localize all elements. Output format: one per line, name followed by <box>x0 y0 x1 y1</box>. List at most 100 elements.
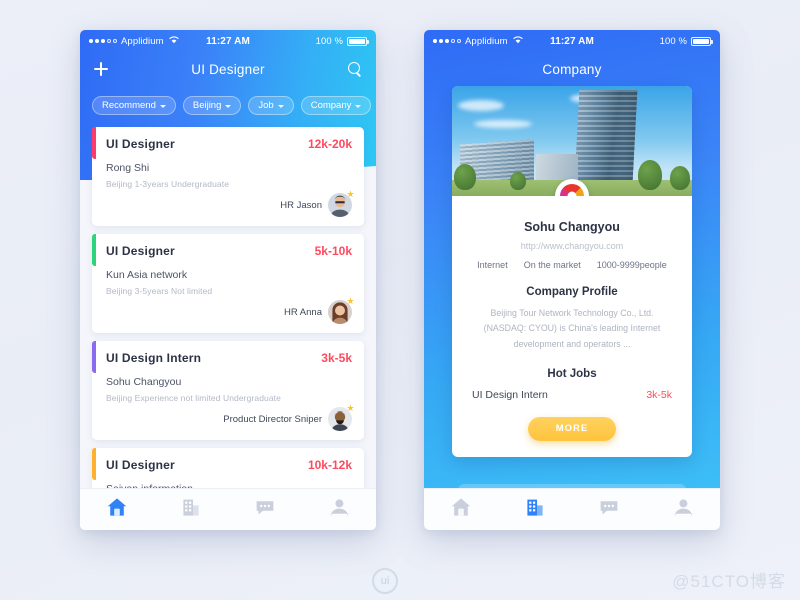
job-salary: 5k-10k <box>314 244 352 258</box>
wifi-icon <box>168 35 179 47</box>
tree <box>510 172 526 190</box>
phone-job-list: Applidium 11:27 AM 100 % UI Designer Rec… <box>80 30 376 530</box>
job-company: Kun Asia network <box>106 269 188 281</box>
left-navbar: UI Designer <box>80 52 376 86</box>
right-screen: Applidium 11:27 AM 100 % Company Sohu Ch… <box>424 30 720 530</box>
page-title: UI Designer <box>191 61 265 77</box>
job-card[interactable]: UI Designer 12k-20k Rong Shi Beijing 1-3… <box>92 127 364 226</box>
carrier-label: Applidium <box>121 35 164 47</box>
accent-bar <box>92 341 96 373</box>
job-card[interactable]: UI Design Intern 3k-5k Sohu Changyou Bei… <box>92 341 364 440</box>
tab-chat[interactable] <box>228 497 302 522</box>
tab-home[interactable] <box>424 497 498 522</box>
battery-icon <box>347 36 369 46</box>
avatar[interactable]: ★ <box>328 189 355 217</box>
job-title: UI Design Intern <box>106 351 202 365</box>
job-header: UI Design Intern 3k-5k <box>106 351 352 365</box>
job-salary: 10k-12k <box>307 458 352 472</box>
job-meta: Beijing Experience not limited Undergrad… <box>106 393 281 403</box>
job-title: UI Designer <box>106 244 175 258</box>
recruiter-name: Product Director Sniper <box>223 413 322 425</box>
star-badge-icon: ★ <box>346 296 355 306</box>
job-salary: 12k-20k <box>307 137 352 151</box>
battery-percent-label: 100 % <box>315 35 343 47</box>
status-bar-right: Applidium 11:27 AM 100 % <box>424 30 720 52</box>
filter-chip-row: Recommend Beijing Job Company <box>80 86 376 115</box>
filter-chip-job[interactable]: Job <box>248 96 294 115</box>
watermark-logo: ui <box>372 568 398 594</box>
company-icon <box>180 497 202 522</box>
company-photo <box>452 86 692 196</box>
more-button[interactable]: MORE <box>528 417 616 442</box>
job-list: UI Designer 12k-20k Rong Shi Beijing 1-3… <box>80 115 376 530</box>
company-url[interactable]: http://www.changyou.com <box>468 241 676 251</box>
cloud <box>474 120 532 128</box>
tab-profile[interactable] <box>302 497 376 522</box>
filter-chip-beijing[interactable]: Beijing <box>182 96 242 115</box>
company-icon <box>524 497 546 522</box>
home-icon <box>450 497 472 522</box>
status-left: Applidium <box>433 36 523 47</box>
pinwheel-icon <box>560 184 584 196</box>
status-right: 100 % <box>659 35 713 47</box>
battery-percent-label: 100 % <box>659 35 687 47</box>
chip-label: Beijing <box>192 100 222 111</box>
company-tag: Internet <box>477 260 508 270</box>
accent-bar <box>92 234 96 266</box>
home-icon <box>106 497 128 522</box>
office-tower <box>574 90 638 182</box>
tab-company[interactable] <box>154 497 228 522</box>
tab-profile[interactable] <box>646 497 720 522</box>
carrier-label: Applidium <box>465 35 508 47</box>
tab-company[interactable] <box>498 497 572 522</box>
job-recruiter-row: HR Anna ★ <box>106 296 355 324</box>
hot-job-title: UI Design Intern <box>472 389 548 402</box>
watermark-text: @51CTO博客 <box>672 572 786 591</box>
chevron-down-icon <box>355 104 362 108</box>
tree <box>670 166 690 190</box>
star-badge-icon: ★ <box>346 189 355 199</box>
company-body: Sohu Changyou http://www.changyou.com In… <box>452 196 692 457</box>
chat-icon <box>254 497 276 522</box>
status-right: 100 % <box>315 35 369 47</box>
screenshot-canvas: Applidium 11:27 AM 100 % UI Designer Rec… <box>0 0 800 600</box>
chat-icon <box>598 497 620 522</box>
company-profile-text: Beijing Tour Network Technology Co., Ltd… <box>483 308 661 349</box>
cloud <box>458 100 504 111</box>
chip-label: Job <box>258 100 274 111</box>
job-header: UI Designer 5k-10k <box>106 244 352 258</box>
filter-chip-company[interactable]: Company <box>300 96 372 115</box>
chevron-down-icon <box>277 104 284 108</box>
company-profile-heading: Company Profile <box>526 286 618 298</box>
filter-chip-recommend[interactable]: Recommend <box>92 96 176 115</box>
plus-icon[interactable] <box>94 62 108 76</box>
tab-chat[interactable] <box>572 497 646 522</box>
hot-job-row[interactable]: UI Design Intern 3k-5k <box>468 389 676 401</box>
tab-home[interactable] <box>80 497 154 522</box>
job-header: UI Designer 12k-20k <box>106 137 352 151</box>
job-card[interactable]: UI Designer 5k-10k Kun Asia network Beij… <box>92 234 364 333</box>
battery-icon <box>691 36 713 46</box>
company-tag: On the market <box>523 260 581 270</box>
chevron-down-icon <box>159 104 166 108</box>
avatar[interactable]: ★ <box>328 403 355 431</box>
company-name: Sohu Changyou <box>524 220 620 234</box>
job-title: UI Designer <box>106 458 175 472</box>
job-meta: Beijing 3-5years Not limited <box>106 286 213 296</box>
star-badge-icon: ★ <box>346 403 355 413</box>
left-screen: Applidium 11:27 AM 100 % UI Designer Rec… <box>80 30 376 530</box>
wifi-icon <box>512 35 523 47</box>
page-title: Company <box>542 61 602 77</box>
tree <box>454 164 476 190</box>
tab-bar-left <box>80 488 376 530</box>
job-company: Rong Shi <box>106 162 150 174</box>
avatar[interactable]: ★ <box>328 296 355 324</box>
chip-label: Company <box>310 100 352 111</box>
job-recruiter-row: HR Jason ★ <box>106 189 355 217</box>
company-tags: Internet On the market 1000-9999people <box>468 260 676 270</box>
accent-bar <box>92 127 96 159</box>
profile-icon <box>672 497 694 522</box>
search-icon[interactable] <box>348 62 362 76</box>
tree <box>638 160 662 190</box>
job-header: UI Designer 10k-12k <box>106 458 352 472</box>
